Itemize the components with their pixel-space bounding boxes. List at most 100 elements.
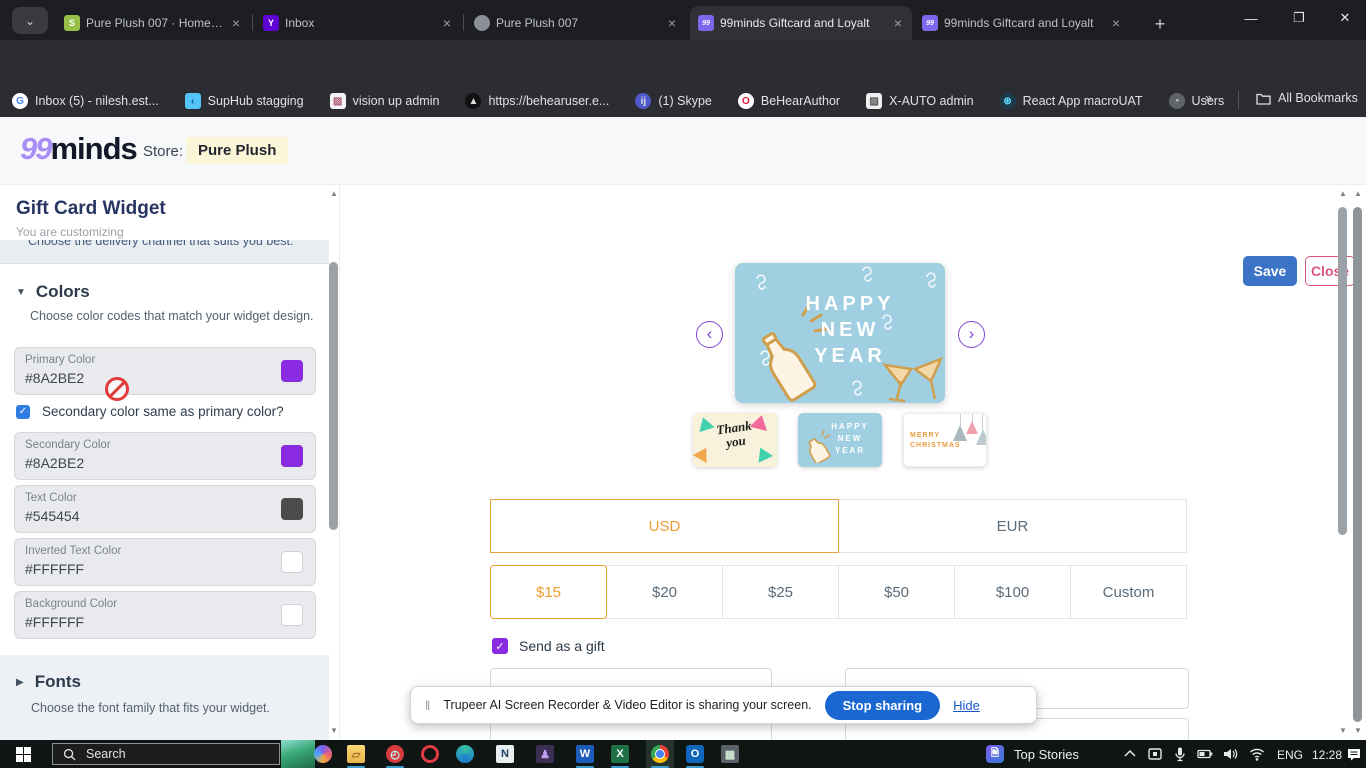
window-restore-button[interactable]: ❐ bbox=[1276, 0, 1322, 36]
tab-99minds-2[interactable]: 99 99minds Giftcard and Loyalt × bbox=[914, 6, 1130, 40]
tray-battery-icon[interactable] bbox=[1197, 746, 1213, 762]
amount-option-custom[interactable]: Custom bbox=[1070, 565, 1187, 619]
carousel-next-button[interactable]: › bbox=[958, 321, 985, 348]
tab-inbox[interactable]: Y Inbox × bbox=[255, 6, 461, 40]
inverted-text-color-field[interactable]: Inverted Text Color #FFFFFF bbox=[14, 538, 316, 586]
bookmark-behearuser[interactable]: ▲ https://behearuser.e... bbox=[465, 93, 609, 109]
tray-speaker-icon[interactable] bbox=[1222, 746, 1238, 762]
bookmark-inbox[interactable]: G Inbox (5) - nilesh.est... bbox=[12, 93, 159, 109]
amount-option-15[interactable]: $15 bbox=[490, 565, 607, 619]
tab-close-icon[interactable]: × bbox=[892, 16, 904, 30]
tab-close-icon[interactable]: × bbox=[666, 16, 678, 30]
currency-tab-usd[interactable]: USD bbox=[490, 499, 839, 553]
fonts-section-header[interactable]: ▶ Fonts bbox=[16, 672, 81, 692]
same-color-label: Secondary color same as primary color? bbox=[42, 404, 284, 419]
tab-search-button[interactable]: ⌄ bbox=[12, 7, 48, 34]
file-explorer-icon[interactable]: ▱ bbox=[347, 745, 365, 763]
language-indicator[interactable]: ENG bbox=[1277, 748, 1303, 762]
clock[interactable]: 12:28 bbox=[1312, 748, 1342, 762]
mini-bottle-icon bbox=[808, 430, 831, 463]
page-scrollbar-thumb[interactable] bbox=[1353, 207, 1362, 722]
content-scrollbar-thumb[interactable] bbox=[1338, 207, 1347, 535]
hide-share-bar-link[interactable]: Hide bbox=[953, 698, 980, 713]
secondary-color-field[interactable]: Secondary Color #8A2BE2 bbox=[14, 432, 316, 480]
amount-option-20[interactable]: $20 bbox=[606, 565, 723, 619]
page-scroll-down-icon[interactable]: ▼ bbox=[1352, 726, 1364, 735]
media-recorder-icon[interactable]: ◴ bbox=[386, 745, 404, 763]
outlook-icon[interactable]: O bbox=[686, 745, 704, 763]
taskbar-search-box[interactable]: Search bbox=[52, 743, 280, 765]
shopify-favicon: S bbox=[64, 15, 80, 31]
text-color-field[interactable]: Text Color #545454 bbox=[14, 485, 316, 533]
window-minimize-button[interactable]: — bbox=[1228, 0, 1274, 36]
copilot-icon[interactable] bbox=[314, 745, 332, 763]
close-button[interactable]: Close bbox=[1305, 256, 1355, 286]
amount-option-50[interactable]: $50 bbox=[838, 565, 955, 619]
sidebar-scrollbar-thumb[interactable] bbox=[329, 262, 338, 530]
background-color-field[interactable]: Background Color #FFFFFF bbox=[14, 591, 316, 639]
tray-wifi-icon[interactable] bbox=[1249, 746, 1265, 762]
window-close-button[interactable]: ✕ bbox=[1324, 0, 1366, 36]
news-widget-label[interactable]: Top Stories bbox=[1014, 747, 1079, 762]
tray-screen-icon[interactable] bbox=[1147, 746, 1163, 762]
tray-microphone-icon[interactable] bbox=[1172, 746, 1188, 762]
sidebar-scroll-down-icon[interactable]: ▼ bbox=[328, 726, 340, 735]
tab-99minds-active[interactable]: 99 99minds Giftcard and Loyalt × bbox=[690, 6, 912, 40]
text-color-swatch[interactable] bbox=[281, 498, 303, 520]
nx-app-icon[interactable]: N bbox=[496, 745, 514, 763]
bookmark-react-app[interactable]: ⊛ React App macroUAT bbox=[999, 93, 1143, 109]
send-as-gift-checkbox[interactable]: ✓ bbox=[492, 638, 508, 654]
start-button-icon[interactable] bbox=[16, 747, 31, 762]
tray-chevron-up-icon[interactable] bbox=[1122, 746, 1138, 762]
remote-desktop-icon[interactable]: ▦ bbox=[721, 745, 739, 763]
inverted-text-color-swatch[interactable] bbox=[281, 551, 303, 573]
bookmark-skype[interactable]: ij (1) Skype bbox=[635, 93, 712, 109]
content-scroll-up-icon[interactable]: ▲ bbox=[1337, 189, 1349, 198]
react-icon: ⊛ bbox=[999, 93, 1016, 109]
sidebar-scroll-up-icon[interactable]: ▲ bbox=[328, 189, 340, 198]
page-scroll-up-icon[interactable]: ▲ bbox=[1352, 189, 1364, 198]
opera-red-icon: O bbox=[737, 93, 754, 109]
colors-section-description: Choose color codes that match your widge… bbox=[30, 309, 314, 323]
same-color-checkbox[interactable]: ✓ bbox=[16, 404, 30, 419]
content-scroll-down-icon[interactable]: ▼ bbox=[1337, 726, 1349, 735]
background-color-swatch[interactable] bbox=[281, 604, 303, 626]
news-widget-icon[interactable]: 🗎 bbox=[986, 745, 1004, 763]
tab-pure-plush[interactable]: Pure Plush 007 × bbox=[466, 6, 686, 40]
bookmark-suphub[interactable]: ‹ SupHub stagging bbox=[184, 93, 304, 109]
carousel-prev-button[interactable]: ‹ bbox=[696, 321, 723, 348]
all-bookmarks-button[interactable]: All Bookmarks bbox=[1256, 91, 1358, 105]
notification-center-icon[interactable] bbox=[1346, 746, 1362, 762]
thumbnail-happy-new-year[interactable]: HAPPY NEW YEAR bbox=[798, 413, 882, 467]
tab-close-icon[interactable]: × bbox=[1110, 16, 1122, 30]
amount-option-100[interactable]: $100 bbox=[954, 565, 1071, 619]
thumbnail-merry-christmas[interactable]: MERRY CHRISTMAS bbox=[903, 413, 987, 467]
chrome-icon[interactable] bbox=[651, 745, 669, 763]
bookmark-xauto[interactable]: ▨ X-AUTO admin bbox=[866, 93, 974, 109]
sidebar-title: Gift Card Widget bbox=[16, 198, 166, 219]
secondary-color-swatch[interactable] bbox=[281, 445, 303, 467]
primary-color-field[interactable]: Primary Color #8A2BE2 bbox=[14, 347, 316, 395]
widgets-landscape-thumbnail[interactable] bbox=[281, 740, 315, 768]
excel-icon[interactable]: X bbox=[611, 745, 629, 763]
word-icon[interactable]: W bbox=[576, 745, 594, 763]
amount-option-25[interactable]: $25 bbox=[722, 565, 839, 619]
tab-pure-plush-home[interactable]: S Pure Plush 007 · Home · Sho × bbox=[56, 6, 250, 40]
bookmark-behearauthor[interactable]: O BeHearAuthor bbox=[737, 93, 840, 109]
bookmark-users[interactable]: ◔ Users bbox=[1168, 93, 1224, 109]
stop-sharing-button[interactable]: Stop sharing bbox=[824, 690, 941, 720]
bookmarks-overflow-button[interactable]: » bbox=[1205, 90, 1212, 105]
save-button[interactable]: Save bbox=[1243, 256, 1297, 286]
primary-color-swatch[interactable] bbox=[281, 360, 303, 382]
bookmark-vision-up[interactable]: ▨ vision up admin bbox=[329, 93, 439, 109]
tab-close-icon[interactable]: × bbox=[441, 16, 453, 30]
opera-icon[interactable] bbox=[421, 745, 439, 763]
currency-tab-eur[interactable]: EUR bbox=[838, 499, 1187, 553]
tab-close-icon[interactable]: × bbox=[230, 16, 242, 30]
drag-handle-icon[interactable]: ‖ bbox=[425, 698, 430, 713]
new-tab-button[interactable]: + bbox=[1146, 10, 1174, 38]
thumbnail-thank-you[interactable]: Thank you bbox=[693, 413, 777, 467]
identity-app-icon[interactable]: ♟ bbox=[536, 745, 554, 763]
colors-section-header[interactable]: ▼ Colors bbox=[16, 282, 90, 302]
edge-icon[interactable] bbox=[456, 745, 474, 763]
